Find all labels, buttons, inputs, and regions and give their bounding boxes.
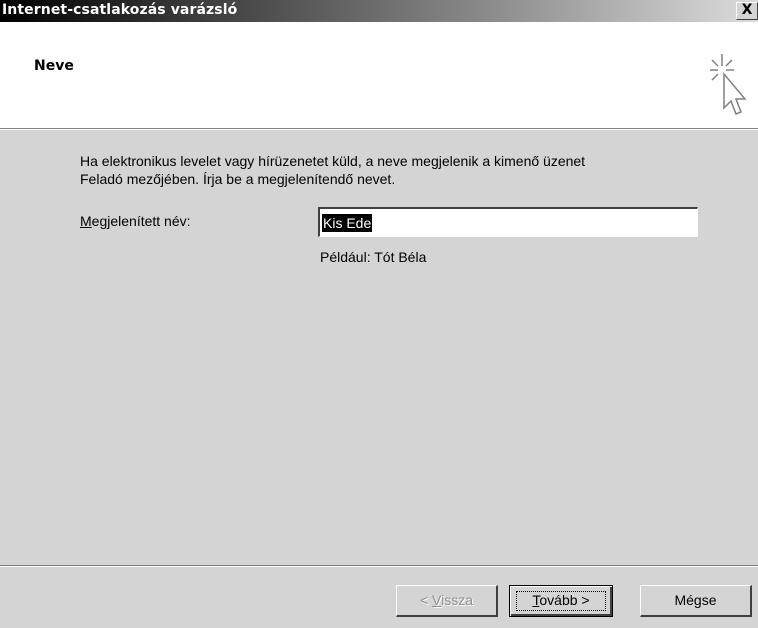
display-name-value: Kis Ede	[322, 214, 373, 232]
cancel-button[interactable]: Mégse	[640, 585, 752, 617]
description-line-1: Ha elektronikus levelet vagy hírüzenetet…	[80, 153, 586, 169]
display-name-label-accesskey: M	[80, 213, 92, 229]
display-name-label: Megjelenített név:	[80, 213, 191, 229]
back-button-prefix: <	[419, 592, 433, 608]
next-button[interactable]: Tovább >	[509, 585, 613, 617]
display-name-input[interactable]: Kis Ede	[318, 207, 698, 237]
close-button[interactable]: X	[736, 2, 758, 20]
page-title: Neve	[34, 58, 74, 74]
wizard-cursor-sparkle-icon	[710, 54, 747, 115]
header-divider	[0, 128, 758, 130]
example-text: Például: Tót Béla	[320, 249, 427, 265]
display-name-label-text: egjelenített név:	[91, 213, 191, 229]
focus-rect	[516, 591, 606, 611]
close-icon: X	[741, 2, 753, 18]
description-line-2: Feladó mezőjében. Írja be a megjeleníten…	[80, 171, 396, 187]
window-title: Internet-csatlakozás varázsló	[2, 2, 238, 18]
wizard-window: Internet-csatlakozás varázsló X Neve Ha …	[0, 0, 758, 628]
wizard-header: Neve	[0, 22, 758, 128]
description-text: Ha elektronikus levelet vagy hírüzenetet…	[80, 152, 700, 188]
back-button[interactable]: < Vissza	[396, 585, 498, 617]
footer-divider	[0, 565, 758, 567]
back-button-label: issza	[441, 592, 474, 608]
title-bar: Internet-csatlakozás varázsló X	[0, 0, 758, 22]
back-button-accesskey: V	[432, 592, 442, 608]
